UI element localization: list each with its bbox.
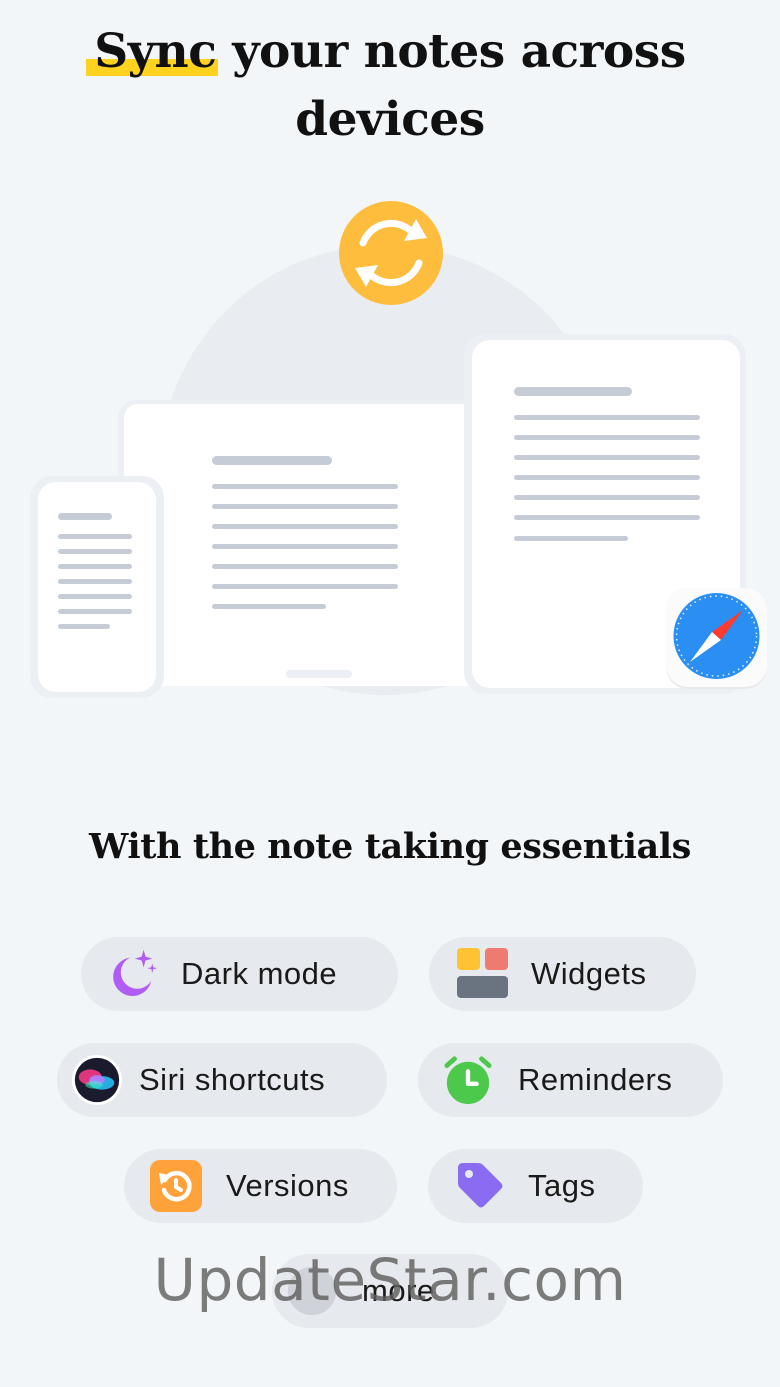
chip-label: Widgets <box>531 956 647 991</box>
sync-arrows-icon <box>339 201 443 305</box>
title-line2: devices <box>295 92 485 147</box>
features-subtitle: With the note taking essentials <box>89 826 691 867</box>
history-arrow-icon <box>150 1160 202 1212</box>
alarm-clock-icon <box>442 1054 494 1106</box>
chip-more[interactable]: more <box>272 1254 508 1328</box>
siri-orb-icon <box>71 1054 123 1106</box>
title-highlight: Sync <box>86 18 219 86</box>
chip-versions[interactable]: Versions <box>124 1149 397 1223</box>
chip-label: Siri shortcuts <box>139 1062 326 1097</box>
more-icon <box>286 1265 338 1317</box>
chip-label: Versions <box>226 1168 349 1203</box>
title-line1-rest: your notes across <box>216 24 686 79</box>
widgets-grid-icon <box>457 948 509 1000</box>
chip-dark-mode[interactable]: Dark mode <box>81 937 398 1011</box>
chip-tags[interactable]: Tags <box>428 1149 643 1223</box>
chip-label: Tags <box>528 1168 596 1203</box>
phone-device <box>30 476 164 698</box>
chip-label: more <box>362 1273 435 1308</box>
chip-label: Reminders <box>518 1062 673 1097</box>
tag-icon <box>454 1160 506 1212</box>
chip-label: Dark mode <box>181 956 338 991</box>
moon-stars-icon <box>107 948 159 1000</box>
devices-illustration <box>30 201 767 698</box>
chip-reminders[interactable]: Reminders <box>418 1043 723 1117</box>
page-title: Sync your notes across devices <box>0 18 780 154</box>
chip-widgets[interactable]: Widgets <box>429 937 696 1011</box>
laptop-device <box>118 400 518 686</box>
safari-compass-icon <box>666 588 767 689</box>
chip-siri-shortcuts[interactable]: Siri shortcuts <box>57 1043 387 1117</box>
